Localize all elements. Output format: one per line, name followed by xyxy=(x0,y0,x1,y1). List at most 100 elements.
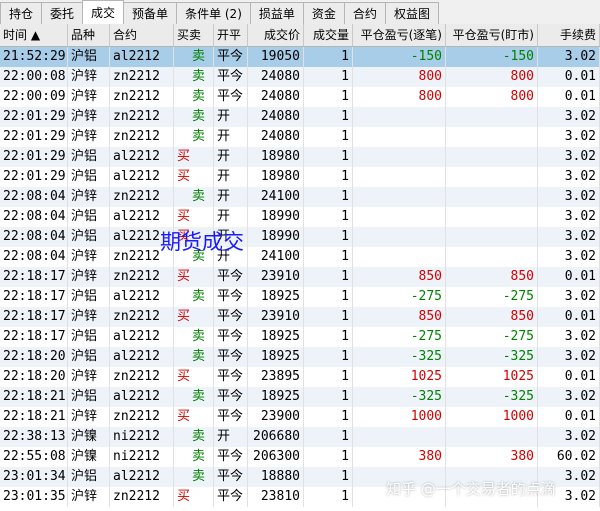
column-header-1[interactable]: 品种 xyxy=(68,24,110,46)
table-row[interactable]: 22:18:17 沪锌 zn2212 买平今 23910 1 850 850 0.01 xyxy=(0,307,600,327)
tab-7[interactable]: 合约 xyxy=(343,2,386,24)
table-cell: 沪铝 xyxy=(68,347,110,367)
tab-8[interactable]: 权益图 xyxy=(384,2,439,24)
table-cell: 18925 xyxy=(248,347,304,367)
tab-3[interactable]: 预备单 xyxy=(123,2,178,24)
table-row[interactable]: 22:08:04 沪锌 zn2212 卖开 24100 1 3.02 xyxy=(0,187,600,207)
table-cell: 1 xyxy=(304,167,353,187)
table-cell: 平今 xyxy=(214,87,248,107)
table-cell: 22:00:09 xyxy=(0,87,68,107)
table-row[interactable]: 22:00:09 沪锌 zn2212 卖平今 24080 1 800 800 0.01 xyxy=(0,87,600,107)
column-header-6[interactable]: 成交量 xyxy=(304,24,353,46)
table-cell: 1 xyxy=(304,427,353,447)
table-row[interactable]: 22:08:04 沪铝 al2212 买开 18990 1 3.02 xyxy=(0,207,600,227)
table-cell: 23:01:35 xyxy=(0,487,68,507)
table-row[interactable]: 22:00:08 沪锌 zn2212 卖平今 24080 1 800 800 0.01 xyxy=(0,67,600,87)
table-cell: 22:18:17 xyxy=(0,267,68,287)
table-cell: 1 xyxy=(304,327,353,347)
table-cell: al2212 xyxy=(110,347,174,367)
table-row[interactable]: 22:18:17 沪锌 zn2212 买平今 23910 1 850 850 0.01 xyxy=(0,267,600,287)
table-cell: al2212 xyxy=(110,47,174,67)
table-cell: 沪锌 xyxy=(68,367,110,387)
table-cell: 开 xyxy=(214,187,248,207)
table-cell: 沪铝 xyxy=(68,147,110,167)
tab-6[interactable]: 资金 xyxy=(302,2,345,24)
table-row[interactable]: 22:01:29 沪锌 zn2212 卖开 24080 1 3.02 xyxy=(0,127,600,147)
table-cell: zn2212 xyxy=(110,127,174,147)
column-header-2[interactable]: 合约 xyxy=(110,24,174,46)
table-cell: 1 xyxy=(304,247,353,267)
table-row[interactable]: 22:18:20 沪铝 al2212 卖平今 18925 1 -325 -325 3.02 xyxy=(0,347,600,367)
table-cell: 1 xyxy=(304,487,353,507)
table-cell: 3.02 xyxy=(538,327,600,347)
table-row[interactable]: 22:38:13 沪镍 ni2212 卖开 206680 1 3.02 xyxy=(0,427,600,447)
column-header-0[interactable]: 时间 ▲ xyxy=(0,24,68,46)
table-cell: 沪铝 xyxy=(68,167,110,187)
table-cell: 买 xyxy=(174,487,214,507)
table-cell xyxy=(353,107,446,127)
table-cell: 380 xyxy=(446,447,538,467)
table-cell: 1 xyxy=(304,307,353,327)
table-cell: zn2212 xyxy=(110,187,174,207)
table-cell: -150 xyxy=(446,47,538,67)
table-cell: 18880 xyxy=(248,467,304,487)
tab-2[interactable]: 成交 xyxy=(82,0,125,24)
table-cell: 3.02 xyxy=(538,347,600,367)
table-row[interactable]: 22:08:04 沪锌 zn2212 卖开 24100 1 3.02 xyxy=(0,247,600,267)
column-header-5[interactable]: 成交价 xyxy=(248,24,304,46)
table-cell: 3.02 xyxy=(538,227,600,247)
column-header-7[interactable]: 平仓盈亏(逐笔) xyxy=(353,24,446,46)
table-cell: 沪锌 xyxy=(68,487,110,507)
table-cell: -325 xyxy=(353,387,446,407)
table-row[interactable]: 22:18:17 沪铝 al2212 卖平今 18925 1 -275 -275 3.02 xyxy=(0,287,600,307)
column-header-9[interactable]: 手续费 xyxy=(538,24,600,46)
table-cell: 买 xyxy=(174,367,214,387)
table-row[interactable]: 22:18:21 沪锌 zn2212 买平今 23900 1 1000 1000 0.01 xyxy=(0,407,600,427)
column-header-4[interactable]: 开平 xyxy=(214,24,248,46)
table-cell: 18925 xyxy=(248,287,304,307)
table-cell: 卖 xyxy=(174,467,214,487)
table-cell: -275 xyxy=(353,287,446,307)
table-cell: 21:52:29 xyxy=(0,47,68,67)
table-cell: 1 xyxy=(304,367,353,387)
table-row[interactable]: 22:18:20 沪锌 zn2212 买平今 23895 1 1025 1025 0.01 xyxy=(0,367,600,387)
table-cell xyxy=(446,247,538,267)
table-cell: 1 xyxy=(304,467,353,487)
table-cell: 0.01 xyxy=(538,367,600,387)
table-cell: 24080 xyxy=(248,87,304,107)
table-row[interactable]: 22:01:29 沪铝 al2212 买开 18980 1 3.02 xyxy=(0,147,600,167)
column-header-8[interactable]: 平仓盈亏(盯市) xyxy=(446,24,538,46)
tab-0[interactable]: 持仓 xyxy=(0,2,43,24)
tab-4[interactable]: 条件单 (2) xyxy=(176,2,251,24)
table-row[interactable]: 22:18:17 沪铝 al2212 卖平今 18925 1 -275 -275 3.02 xyxy=(0,327,600,347)
table-cell xyxy=(446,427,538,447)
table-row[interactable]: 21:52:29 沪铝 al2212 卖平今 19050 1 -150 -150 3.02 xyxy=(0,47,600,67)
table-cell xyxy=(446,147,538,167)
table-cell: 3.02 xyxy=(538,47,600,67)
table-cell: 沪镍 xyxy=(68,447,110,467)
table-cell: 卖 xyxy=(174,187,214,207)
table-row[interactable]: 22:01:29 沪铝 al2212 买开 18980 1 3.02 xyxy=(0,167,600,187)
table-row[interactable]: 22:01:29 沪锌 zn2212 卖开 24080 1 3.02 xyxy=(0,107,600,127)
table-cell: 22:18:17 xyxy=(0,307,68,327)
table-cell: 开 xyxy=(214,207,248,227)
table-cell: 沪铝 xyxy=(68,387,110,407)
tab-5[interactable]: 损益单 xyxy=(249,2,304,24)
table-cell: 平今 xyxy=(214,47,248,67)
table-cell xyxy=(446,207,538,227)
table-cell: 22:38:13 xyxy=(0,427,68,447)
table-cell xyxy=(353,427,446,447)
table-cell: 1 xyxy=(304,207,353,227)
table-cell: 22:18:21 xyxy=(0,407,68,427)
table-row[interactable]: 22:55:08 沪镍 ni2212 卖平今 206300 1 380 380 60.02 xyxy=(0,447,600,467)
table-row[interactable]: 22:18:21 沪铝 al2212 卖平今 18925 1 -325 -325 3.02 xyxy=(0,387,600,407)
table-row[interactable]: 22:08:04 沪铝 al2212 买开 18990 1 3.02 xyxy=(0,227,600,247)
table-cell: 24080 xyxy=(248,67,304,87)
tab-1[interactable]: 委托 xyxy=(41,2,84,24)
table-cell: 800 xyxy=(353,67,446,87)
table-cell: 22:55:08 xyxy=(0,447,68,467)
table-cell: 平今 xyxy=(214,347,248,367)
table-cell: 1 xyxy=(304,227,353,247)
column-header-3[interactable]: 买卖 xyxy=(174,24,214,46)
table-cell: 23900 xyxy=(248,407,304,427)
